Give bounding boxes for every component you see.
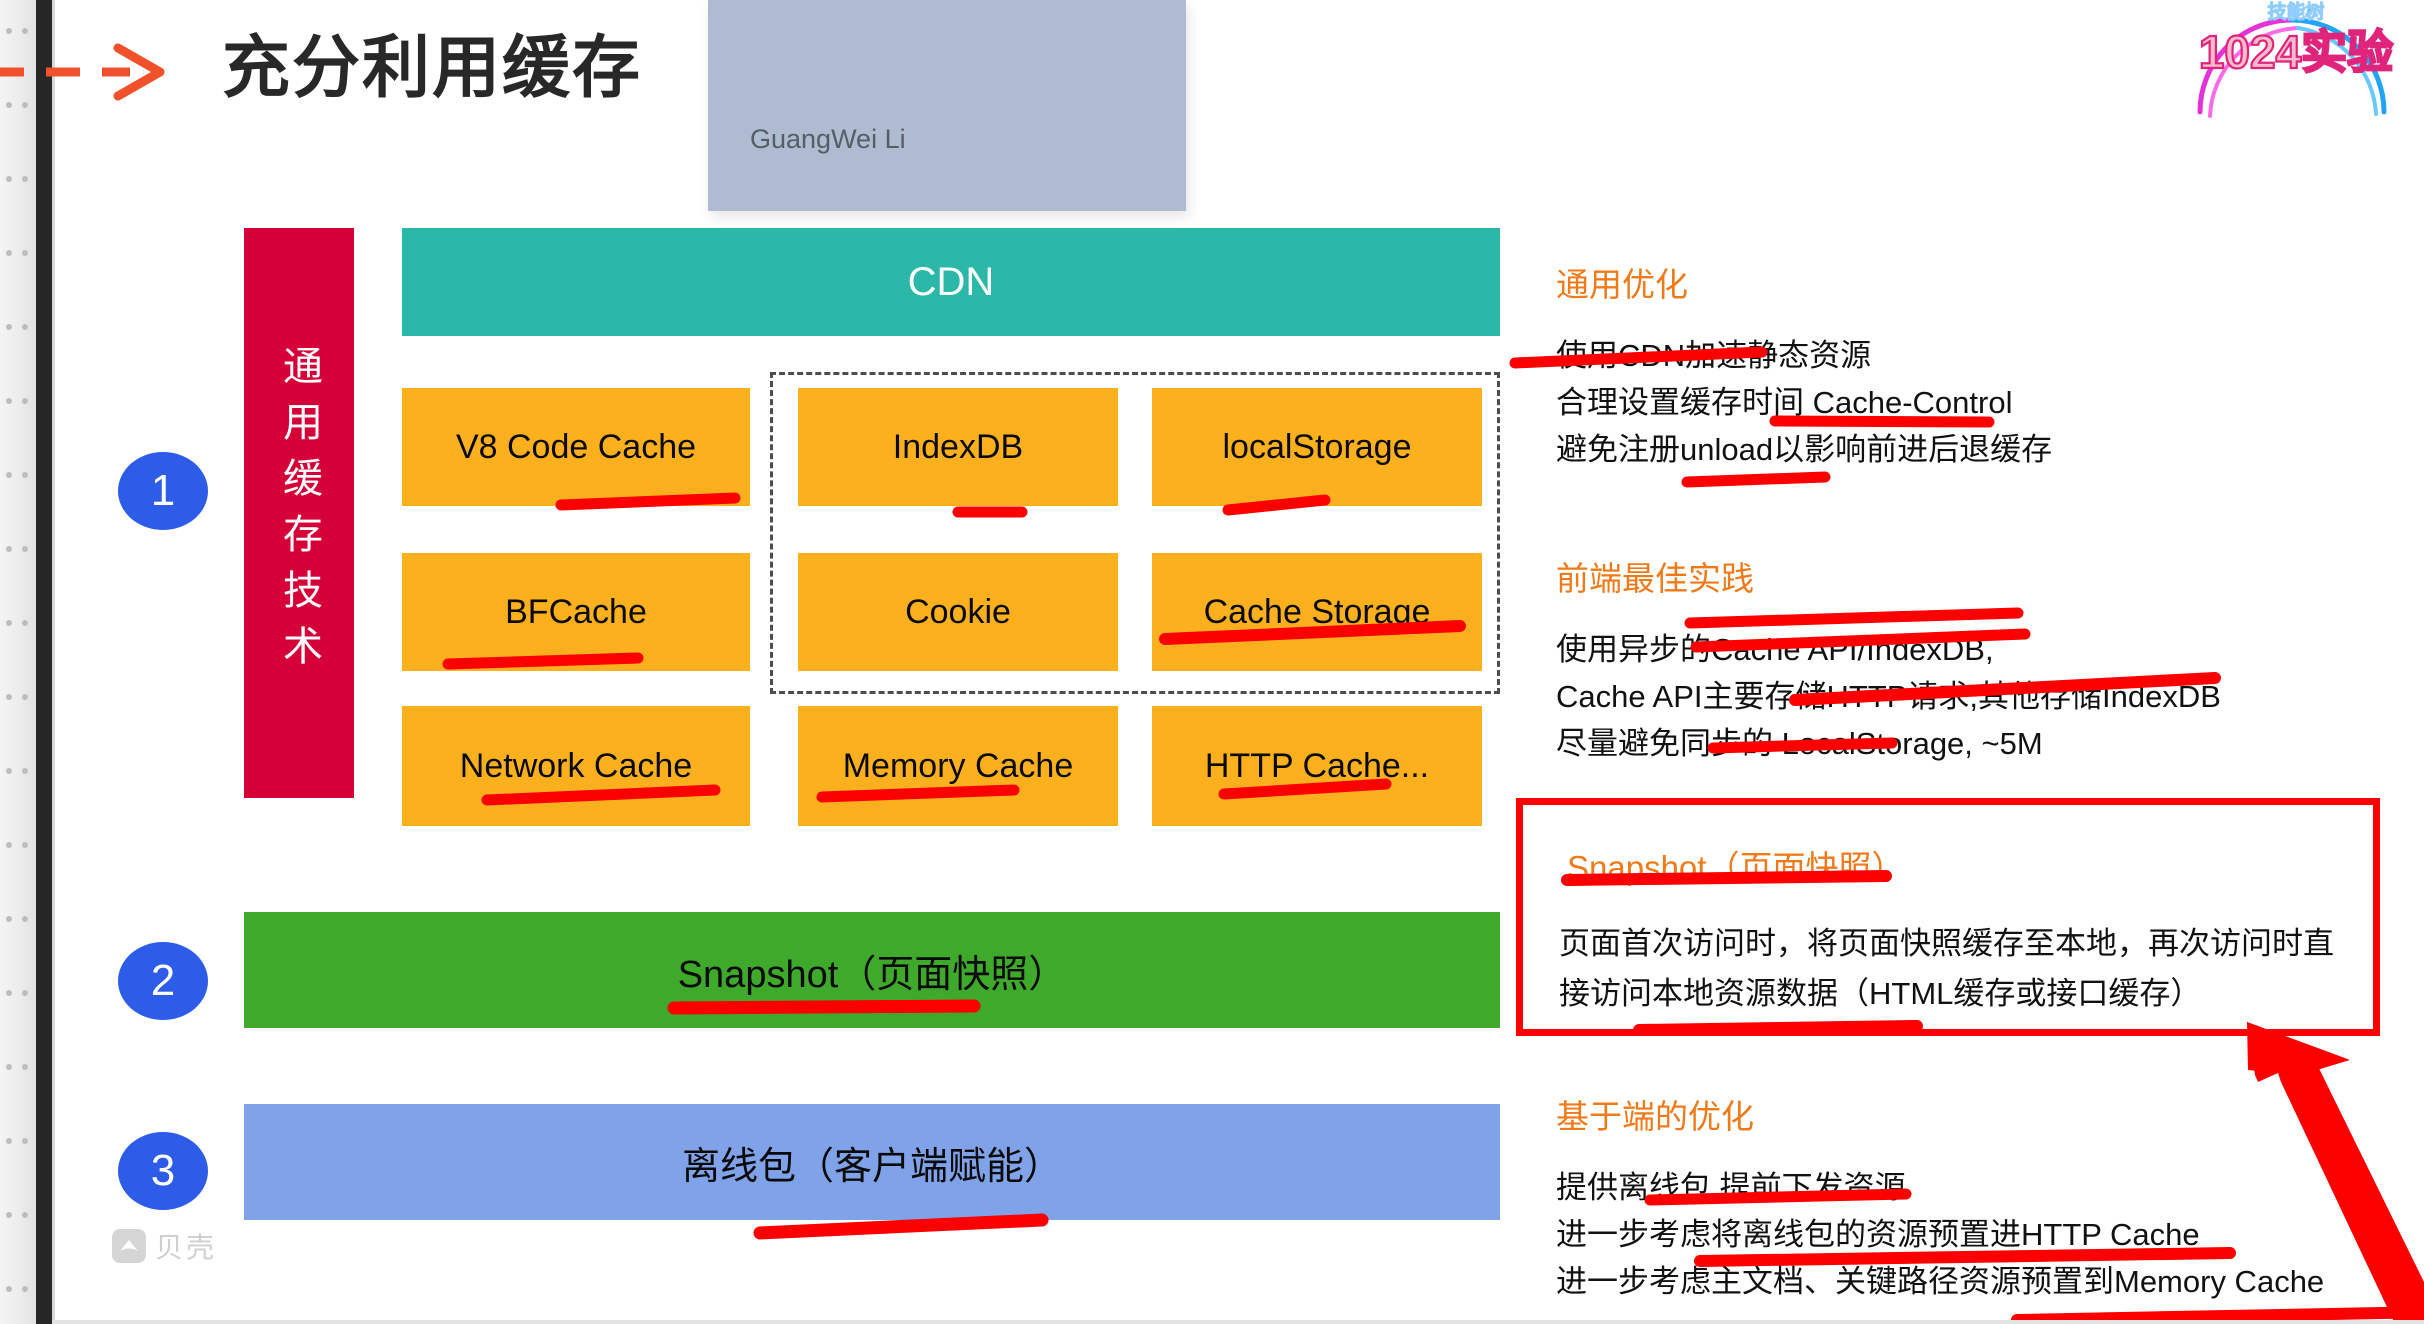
- step-circle-3[interactable]: 3: [118, 1132, 208, 1210]
- watermark-text: 贝壳: [155, 1232, 218, 1263]
- note-heading-best-practice: 前端最佳实践: [1556, 560, 1754, 597]
- cache-box[interactable]: Memory Cache: [798, 706, 1118, 826]
- notebook-dot: [22, 990, 28, 996]
- step-circle-2[interactable]: 2: [118, 942, 208, 1020]
- notebook-dot: [6, 176, 12, 182]
- note-line: 尽量避免同步的 LocalStorage, ~5M: [1556, 726, 2043, 762]
- offline-package-bar[interactable]: 离线包（客户端赋能）: [244, 1104, 1500, 1220]
- watermark: 贝壳: [112, 1226, 217, 1266]
- notebook-dot: [22, 1138, 28, 1144]
- notebook-dot: [6, 620, 12, 626]
- section-label-text: 通用缓存技术: [277, 345, 321, 681]
- notebook-dot: [22, 28, 28, 34]
- note-section-general: 通用优化 使用CDN加速静态资源 合理设置缓存时间 Cache-Control …: [1556, 258, 2052, 473]
- logo-top-text: 技能树: [2267, 0, 2324, 23]
- cache-box-label: localStorage: [1222, 427, 1412, 466]
- notebook-dot: [6, 398, 12, 404]
- cache-box[interactable]: Cache Storage: [1152, 553, 1482, 671]
- notebook-dot: [22, 842, 28, 848]
- notebook-dot: [22, 1286, 28, 1292]
- author-plate: GuangWei Li: [708, 0, 1186, 211]
- note-section-client: 基于端的优化 提供离线包,提前下发资源 进一步考虑将离线包的资源预置进HTTP …: [1556, 1090, 2324, 1305]
- notebook-dot: [6, 768, 12, 774]
- notebook-dot: [6, 1138, 12, 1144]
- notebook-dot: [6, 546, 12, 552]
- notebook-dot: [6, 990, 12, 996]
- notebook-dot: [6, 842, 12, 848]
- notebook-dot: [22, 916, 28, 922]
- notebook-dot: [22, 694, 28, 700]
- notebook-dot: [22, 324, 28, 330]
- snapshot-callout-box: Snapshot（页面快照） 页面首次访问时，将页面快照缓存至本地，再次访问时直…: [1516, 798, 2380, 1036]
- notebook-dot: [22, 1064, 28, 1070]
- notebook-dot: [6, 472, 12, 478]
- notebook-dot: [22, 546, 28, 552]
- cache-box[interactable]: localStorage: [1152, 388, 1482, 506]
- beike-logo-icon: [112, 1229, 146, 1263]
- notebook-edge-strip: [0, 0, 36, 1324]
- cache-box-label: Memory Cache: [842, 746, 1074, 785]
- note-line: 进一步考虑将离线包的资源预置进HTTP Cache: [1556, 1217, 2200, 1253]
- notebook-dot: [6, 28, 12, 34]
- notebook-dot: [22, 472, 28, 478]
- cache-box-label: Cookie: [905, 592, 1011, 631]
- cache-box[interactable]: Network Cache: [402, 706, 750, 826]
- notebook-dot: [6, 694, 12, 700]
- notebook-dot: [6, 1064, 12, 1070]
- note-body-snapshot: 页面首次访问时，将页面快照缓存至本地，再次访问时直接访问本地资源数据（HTML缓…: [1559, 926, 2334, 1011]
- snapshot-bar[interactable]: Snapshot（页面快照）: [244, 912, 1500, 1028]
- cache-box-label: Cache Storage: [1203, 592, 1431, 631]
- author-name: GuangWei Li: [750, 124, 906, 154]
- notebook-dot: [22, 176, 28, 182]
- bottom-rule: [52, 1320, 2424, 1324]
- brand-logo-1024-lab-icon: 技能树 1024实验: [2197, 0, 2394, 118]
- note-section-best-practice: 前端最佳实践 使用异步的Cache API/IndexDB, Cache API…: [1556, 552, 2221, 767]
- cdn-label: CDN: [907, 259, 995, 304]
- note-line: 合理设置缓存时间 Cache-Control: [1556, 385, 2013, 421]
- notebook-dot: [22, 768, 28, 774]
- page-title: 充分利用缓存: [222, 30, 643, 106]
- note-heading-snapshot: Snapshot（页面快照）: [1567, 849, 1905, 886]
- note-line: 进一步考虑主文档、关键路径资源预置到Memory Cache: [1556, 1264, 2325, 1300]
- section-label-general-cache: 通用缓存技术: [244, 228, 354, 798]
- notebook-dot: [6, 250, 12, 256]
- notebook-dot: [22, 250, 28, 256]
- notebook-dot: [6, 916, 12, 922]
- note-line: 提供离线包,提前下发资源: [1556, 1170, 1906, 1205]
- notebook-dot: [22, 620, 28, 626]
- cache-box[interactable]: Cookie: [798, 553, 1118, 671]
- snapshot-bar-label: Snapshot（页面快照）: [677, 953, 1067, 996]
- cache-box-label: HTTP Cache...: [1204, 746, 1430, 785]
- cache-box[interactable]: V8 Code Cache: [402, 388, 750, 506]
- left-dark-bar: [36, 0, 52, 1324]
- slide-canvas: 充分利用缓存 GuangWei Li 技能树 1024实验 通用缓存技术 CDN…: [0, 0, 2424, 1324]
- notebook-dot: [22, 102, 28, 108]
- notebook-dot: [6, 324, 12, 330]
- cache-box-label: IndexDB: [892, 427, 1024, 466]
- note-heading-general: 通用优化: [1556, 266, 1688, 303]
- logo-main-text: 1024实验: [2199, 26, 2393, 78]
- cache-box[interactable]: IndexDB: [798, 388, 1118, 506]
- note-heading-client: 基于端的优化: [1556, 1098, 1754, 1135]
- left-divider-line: [52, 0, 55, 1324]
- dashed-pointer-arrow-icon: [0, 43, 165, 101]
- cache-box[interactable]: HTTP Cache...: [1152, 706, 1482, 826]
- cache-box-label: Network Cache: [459, 746, 693, 785]
- notebook-dot: [22, 398, 28, 404]
- cache-box-label: V8 Code Cache: [455, 427, 697, 466]
- notebook-dot: [6, 102, 12, 108]
- note-line: Cache API主要存储HTTP请求,其他存储IndexDB: [1556, 679, 2221, 715]
- cdn-bar[interactable]: CDN: [402, 228, 1500, 336]
- notebook-dot: [6, 1286, 12, 1292]
- cache-box[interactable]: BFCache: [402, 553, 750, 671]
- note-line: 使用CDN加速静态资源: [1556, 338, 1872, 373]
- notebook-dot: [22, 1212, 28, 1218]
- step-circle-1[interactable]: 1: [118, 452, 208, 530]
- cache-box-label: BFCache: [505, 592, 647, 631]
- note-line: 使用异步的Cache API/IndexDB,: [1556, 632, 1994, 667]
- notebook-dot: [6, 1212, 12, 1218]
- note-line: 避免注册unload以影响前进后退缓存: [1556, 432, 2053, 468]
- offline-package-label: 离线包（客户端赋能）: [681, 1145, 1062, 1188]
